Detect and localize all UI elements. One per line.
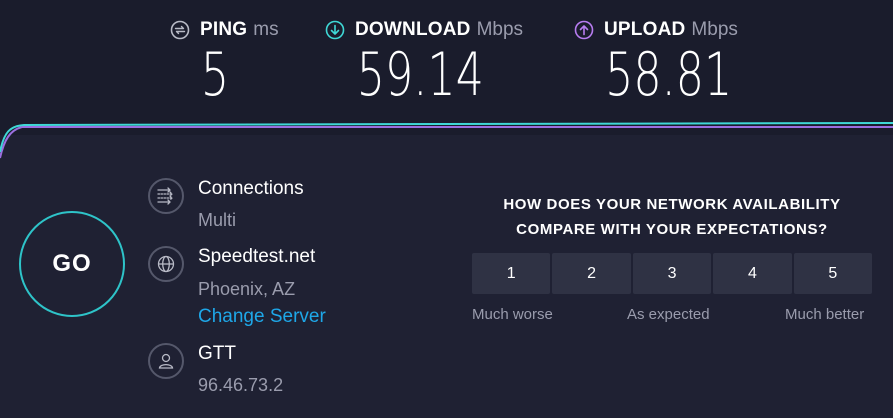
- download-label: DOWNLOAD: [355, 19, 471, 40]
- scale-mid-label: As expected: [627, 306, 710, 323]
- download-unit: Mbps: [476, 19, 524, 40]
- rating-button-1[interactable]: 1: [472, 253, 551, 294]
- change-server-link[interactable]: Change Server: [198, 306, 326, 328]
- scale-low-label: Much worse: [472, 306, 553, 323]
- survey-question-line1: HOW DOES YOUR NETWORK AVAILABILITY: [503, 196, 841, 213]
- upload-icon: [574, 20, 594, 40]
- speed-graph: [0, 122, 893, 159]
- server-title: Speedtest.net: [198, 246, 316, 267]
- upload-value: 58.81: [605, 40, 733, 110]
- download-icon: [325, 20, 345, 40]
- server-location: Phoenix, AZ: [198, 279, 296, 299]
- connections-title: Connections: [198, 178, 304, 199]
- globe-icon: [148, 246, 184, 282]
- provider-ip: 96.46.73.2: [198, 375, 284, 395]
- upload-label: UPLOAD: [604, 19, 686, 40]
- ping-value: 5: [200, 40, 230, 110]
- ping-label: PING: [200, 19, 248, 40]
- ping-unit: ms: [253, 19, 279, 40]
- upload-graph-line: [0, 126, 893, 159]
- connections-icon: [148, 178, 184, 214]
- survey-question: HOW DOES YOUR NETWORK AVAILABILITY COMPA…: [472, 192, 872, 242]
- survey-question-line2: COMPARE WITH YOUR EXPECTATIONS?: [516, 221, 828, 238]
- connections-value: Multi: [198, 210, 237, 230]
- rating-scale: 1 2 3 4 5: [472, 253, 873, 294]
- rating-button-2[interactable]: 2: [552, 253, 631, 294]
- provider-title: GTT: [198, 343, 236, 364]
- rating-button-5[interactable]: 5: [793, 253, 873, 294]
- rating-button-4[interactable]: 4: [713, 253, 792, 294]
- rating-button-3[interactable]: 3: [632, 253, 712, 294]
- download-value: 59.14: [356, 40, 484, 110]
- speedtest-result-page: PING ms 5 DOWNLOAD Mbps 59.14 UPLOAD Mbp…: [0, 0, 893, 418]
- user-icon: [148, 343, 184, 379]
- scale-high-label: Much better: [785, 306, 865, 323]
- go-button[interactable]: GO: [19, 211, 125, 317]
- upload-unit: Mbps: [691, 19, 738, 40]
- ping-icon: [170, 20, 190, 40]
